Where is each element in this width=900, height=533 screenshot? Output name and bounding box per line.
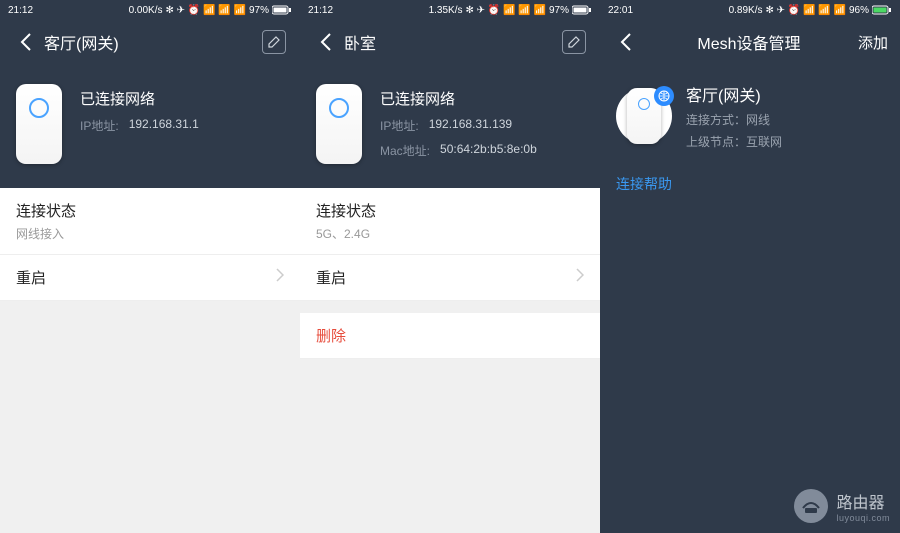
status-icons: ✻ ✈ ⏰ 📶 📶 📶 bbox=[466, 5, 546, 16]
row-sub: 网线接入 bbox=[16, 225, 284, 242]
status-time: 21:12 bbox=[308, 5, 333, 16]
battery-charging-icon bbox=[872, 5, 892, 15]
watermark-en: luyouqi.com bbox=[836, 513, 890, 523]
nav-bar: 客厅(网关) bbox=[0, 20, 300, 64]
nav-bar: 卧室 bbox=[300, 20, 600, 64]
section-gap bbox=[300, 301, 600, 313]
row-title: 连接状态 bbox=[316, 200, 584, 221]
chevron-left-icon bbox=[620, 33, 632, 51]
status-icons: ✻ ✈ ⏰ 📶 📶 📶 bbox=[766, 5, 846, 16]
add-button[interactable]: 添加 bbox=[858, 28, 888, 56]
ip-label: IP地址: bbox=[80, 117, 119, 134]
page-title: Mesh设备管理 bbox=[640, 30, 858, 54]
edit-button[interactable] bbox=[260, 28, 288, 56]
status-bar: 21:12 0.00K/s ✻ ✈ ⏰ 📶 📶 📶 97% bbox=[0, 0, 300, 20]
status-time: 21:12 bbox=[8, 5, 33, 16]
panel-mesh-management: 22:01 0.89K/s ✻ ✈ ⏰ 📶 📶 📶 96% Mesh设备管理 添… bbox=[600, 0, 900, 533]
status-net: 0.00K/s bbox=[129, 5, 163, 16]
globe-icon bbox=[658, 90, 670, 102]
pencil-icon bbox=[568, 36, 580, 48]
device-icon bbox=[316, 84, 362, 164]
back-button[interactable] bbox=[12, 28, 40, 56]
edit-button[interactable] bbox=[560, 28, 588, 56]
back-button[interactable] bbox=[312, 28, 340, 56]
router-logo-icon bbox=[794, 489, 828, 523]
row-sub: 5G、2.4G bbox=[316, 225, 584, 242]
watermark-cn: 路由器 bbox=[836, 489, 890, 513]
panel-gateway: 21:12 0.00K/s ✻ ✈ ⏰ 📶 📶 📶 97% 客厅(网关) 已连接… bbox=[0, 0, 300, 533]
device-hero: 已连接网络 IP地址: 192.168.31.139 Mac地址: 50:64:… bbox=[300, 64, 600, 188]
ip-value: 192.168.31.139 bbox=[429, 117, 512, 134]
panel-bedroom: 21:12 1.35K/s ✻ ✈ ⏰ 📶 📶 📶 97% 卧室 已连接网络 bbox=[300, 0, 600, 533]
battery-icon bbox=[572, 5, 592, 15]
page-title: 客厅(网关) bbox=[40, 30, 260, 54]
status-bar: 21:12 1.35K/s ✻ ✈ ⏰ 📶 📶 📶 97% bbox=[300, 0, 600, 20]
page-title: 卧室 bbox=[340, 30, 560, 54]
status-battery: 96% bbox=[849, 5, 869, 16]
ip-value: 192.168.31.1 bbox=[129, 117, 199, 134]
status-icons: ✻ ✈ ⏰ 📶 📶 📶 bbox=[166, 5, 246, 16]
chevron-right-icon bbox=[276, 268, 284, 287]
internet-badge bbox=[654, 86, 674, 106]
status-battery: 97% bbox=[549, 5, 569, 16]
help-link[interactable]: 连接帮助 bbox=[600, 164, 900, 204]
pencil-icon bbox=[268, 36, 280, 48]
network-status: 已连接网络 bbox=[380, 88, 537, 109]
device-avatar bbox=[616, 88, 672, 144]
upstream-node: 上级节点：互联网 bbox=[686, 133, 782, 150]
status-battery: 97% bbox=[249, 5, 269, 16]
connection-status-row: 连接状态 5G、2.4G bbox=[300, 188, 600, 255]
mac-label: Mac地址: bbox=[380, 142, 430, 159]
mac-value: 50:64:2b:b5:8e:0b bbox=[440, 142, 537, 159]
row-title: 删除 bbox=[316, 325, 346, 346]
chevron-right-icon bbox=[576, 268, 584, 287]
device-name: 客厅(网关) bbox=[686, 82, 782, 106]
device-hero: 已连接网络 IP地址: 192.168.31.1 bbox=[0, 64, 300, 188]
connection-mode: 连接方式：网线 bbox=[686, 111, 782, 128]
row-title: 连接状态 bbox=[16, 200, 284, 221]
nav-bar: Mesh设备管理 添加 bbox=[600, 20, 900, 64]
device-icon bbox=[16, 84, 62, 164]
chevron-left-icon bbox=[320, 33, 332, 51]
network-status: 已连接网络 bbox=[80, 88, 199, 109]
mesh-device-item[interactable]: 客厅(网关) 连接方式：网线 上级节点：互联网 bbox=[600, 64, 900, 164]
connection-status-row: 连接状态 网线接入 bbox=[0, 188, 300, 255]
restart-row[interactable]: 重启 bbox=[300, 255, 600, 301]
row-title: 重启 bbox=[316, 267, 346, 288]
chevron-left-icon bbox=[20, 33, 32, 51]
back-button[interactable] bbox=[612, 28, 640, 56]
row-title: 重启 bbox=[16, 267, 46, 288]
ip-label: IP地址: bbox=[380, 117, 419, 134]
restart-row[interactable]: 重启 bbox=[0, 255, 300, 301]
watermark: 路由器 luyouqi.com bbox=[794, 489, 890, 523]
status-time: 22:01 bbox=[608, 5, 633, 16]
status-bar: 22:01 0.89K/s ✻ ✈ ⏰ 📶 📶 📶 96% bbox=[600, 0, 900, 20]
battery-icon bbox=[272, 5, 292, 15]
status-net: 0.89K/s bbox=[729, 5, 763, 16]
status-net: 1.35K/s bbox=[429, 5, 463, 16]
delete-row[interactable]: 删除 bbox=[300, 313, 600, 359]
